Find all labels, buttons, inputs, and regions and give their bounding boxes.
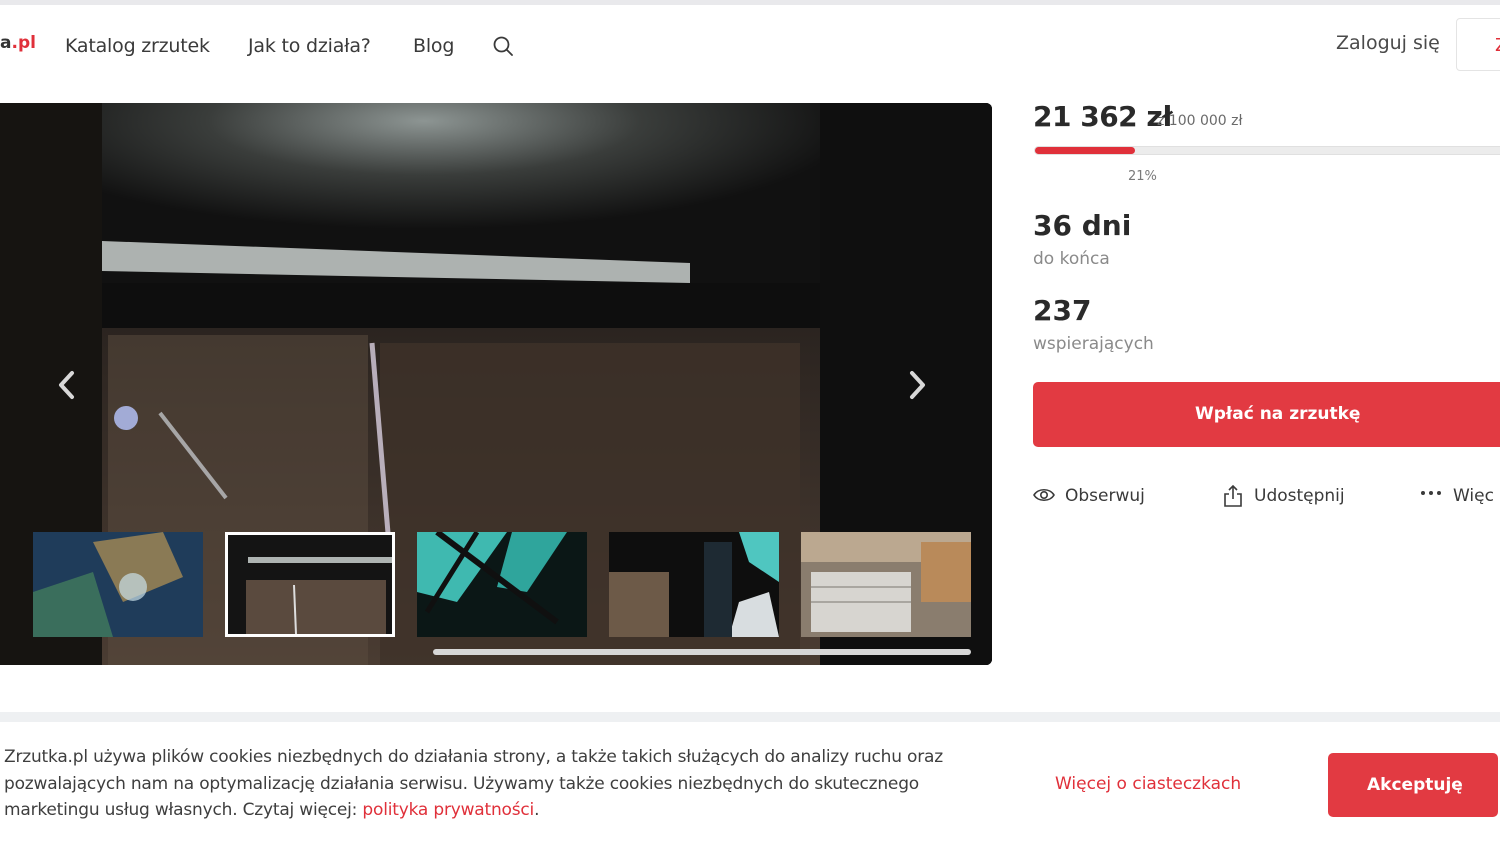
goal-amount: z 100 000 zł [1157, 113, 1243, 129]
more-about-cookies-link[interactable]: Więcej o ciasteczkach [1055, 774, 1241, 794]
ellipsis-icon [1421, 491, 1441, 495]
supporters-count: 237 [1033, 294, 1092, 327]
share-label: Udostępnij [1254, 486, 1345, 506]
gallery-thumbnail[interactable] [801, 532, 971, 637]
more-label: Więc [1453, 486, 1494, 506]
login-link[interactable]: Zaloguj się [1336, 32, 1440, 54]
site-header: a.pl Katalog zrzutek Jak to działa? Blog… [0, 5, 1500, 82]
cookie-message-end: . [534, 800, 540, 820]
gallery-scrollbar[interactable] [433, 649, 971, 655]
search-icon[interactable] [492, 35, 514, 57]
accept-cookies-button[interactable]: Akceptuję [1328, 753, 1498, 817]
gallery-thumbnail[interactable] [33, 532, 203, 637]
nav-how-it-works[interactable]: Jak to działa? [248, 35, 371, 57]
chevron-right-icon[interactable] [902, 365, 932, 405]
gallery-thumbnail[interactable] [417, 532, 587, 637]
logo-suffix: .pl [11, 33, 36, 53]
gallery-thumbnail[interactable] [609, 532, 779, 637]
days-left-label: do końca [1033, 249, 1110, 269]
observe-label: Obserwuj [1065, 486, 1145, 506]
progress-percent: 21% [1128, 169, 1157, 184]
eye-icon [1033, 488, 1055, 502]
cookie-text: Zrzutka.pl używa plików cookies niezbędn… [4, 744, 1004, 824]
fundraiser-main: 21 362 zł z 100 000 zł 21% 36 dni do koń… [0, 82, 1500, 712]
share-icon [1224, 484, 1242, 507]
raised-amount: 21 362 zł [1033, 100, 1173, 133]
gallery-thumbnail-active[interactable] [225, 532, 395, 637]
start-fundraiser-button[interactable]: Z [1456, 18, 1500, 71]
site-logo[interactable]: a.pl [0, 33, 36, 53]
progress-fill [1035, 147, 1136, 154]
logo-text: a [0, 33, 12, 53]
section-separator [0, 712, 1500, 722]
nav-blog[interactable]: Blog [413, 35, 454, 57]
progress-bar [1034, 146, 1500, 155]
privacy-policy-link[interactable]: polityka prywatności [362, 800, 534, 820]
nav-catalog[interactable]: Katalog zrzutek [65, 35, 210, 57]
photo-gallery [0, 103, 992, 665]
cookie-banner: Zrzutka.pl używa plików cookies niezbędn… [0, 722, 1500, 843]
days-left-value: 36 dni [1033, 209, 1132, 242]
chevron-left-icon[interactable] [52, 365, 82, 405]
supporters-label: wspierających [1033, 334, 1154, 354]
donate-button[interactable]: Wpłać na zrzutkę [1033, 382, 1500, 447]
